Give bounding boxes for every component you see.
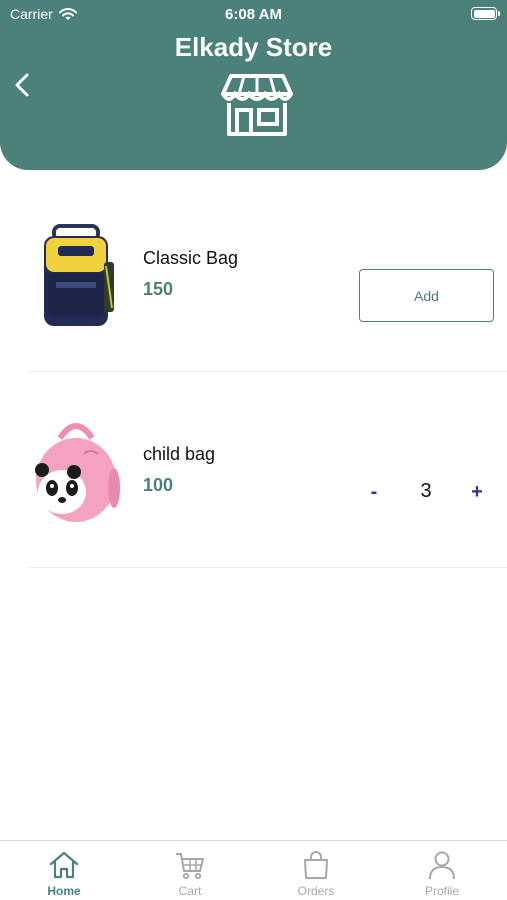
tab-cart[interactable]: Cart (127, 841, 253, 900)
tab-home[interactable]: Home (1, 841, 127, 900)
tab-profile[interactable]: Profile (379, 841, 505, 900)
tab-label: Cart (178, 884, 202, 898)
cart-icon (176, 853, 204, 880)
tab-orders[interactable]: Orders (253, 841, 379, 900)
tab-label: Profile (424, 884, 459, 898)
storefront-icon (221, 74, 293, 136)
product-name: child bag (143, 444, 216, 464)
person-icon (429, 851, 455, 880)
tab-label: Orders (297, 884, 335, 898)
page-title: Elkady Store (174, 32, 333, 62)
status-bar: Carrier 6:08 AM (0, 0, 507, 28)
product-row: Classic Bag 150 Add (0, 176, 507, 372)
product-image (35, 423, 120, 522)
shopping-bag-icon (304, 851, 328, 879)
back-button[interactable] (8, 68, 36, 102)
status-time: 6:08 AM (225, 6, 282, 23)
product-price: 150 (143, 279, 174, 299)
battery-icon (471, 7, 500, 20)
product-row: child bag 100 - 3 + (0, 372, 507, 568)
row-divider (28, 567, 507, 568)
tab-label: Home (47, 884, 81, 898)
product-name: Classic Bag (143, 248, 239, 268)
product-image (44, 224, 114, 326)
increase-quantity-button[interactable]: + (463, 478, 491, 506)
decrease-quantity-button[interactable]: - (360, 478, 388, 506)
bottom-tab-bar: Home Cart Orders Profile (0, 840, 507, 900)
product-price: 100 (143, 475, 174, 495)
home-icon (49, 851, 79, 879)
add-to-cart-button[interactable]: Add (359, 269, 494, 322)
quantity-value: 3 (420, 480, 432, 502)
app-header: Carrier 6:08 AM Elkady Store (0, 0, 507, 170)
chevron-left-icon (15, 73, 29, 97)
